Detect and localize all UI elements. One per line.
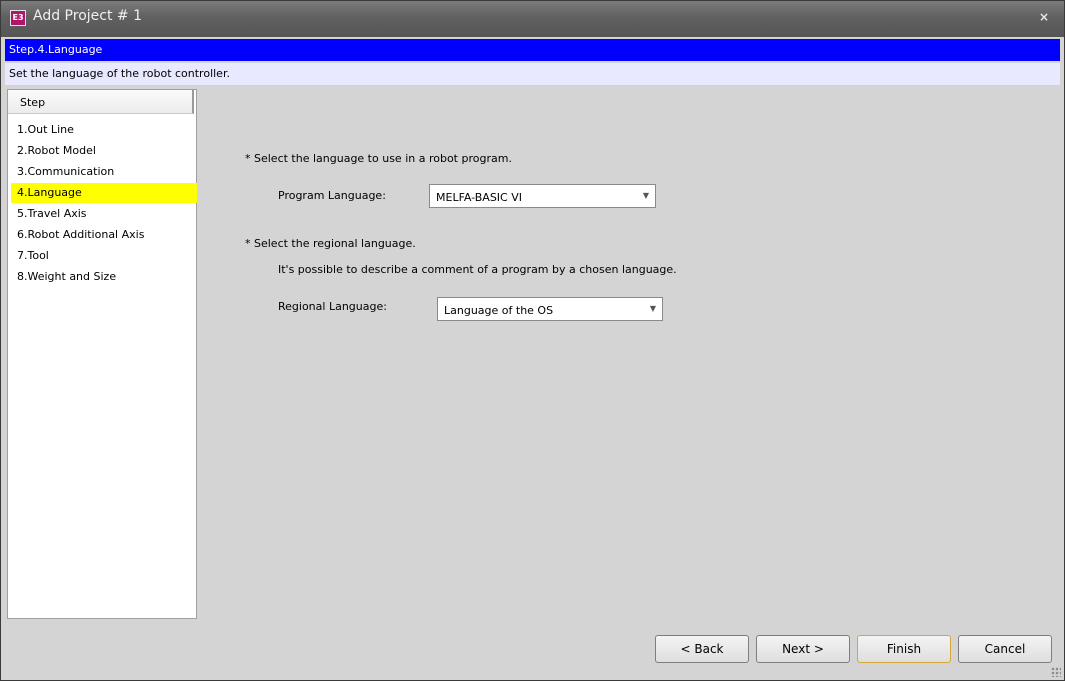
step-description: Set the language of the robot controller… bbox=[5, 63, 1060, 85]
step-item-travel-axis[interactable]: 5.Travel Axis bbox=[11, 204, 197, 224]
step-item-robot-model[interactable]: 2.Robot Model bbox=[11, 141, 197, 161]
program-language-hint: * Select the language to use in a robot … bbox=[245, 152, 512, 165]
chevron-down-icon: ▼ bbox=[642, 191, 649, 200]
step-item-robot-additional-axis[interactable]: 6.Robot Additional Axis bbox=[11, 225, 197, 245]
step-item-communication[interactable]: 3.Communication bbox=[11, 162, 197, 182]
regional-language-hint: * Select the regional language. bbox=[245, 237, 416, 250]
step-item-outline[interactable]: 1.Out Line bbox=[11, 120, 197, 140]
add-project-dialog: E3 Add Project # 1 × Step.4.Language Set… bbox=[0, 0, 1065, 681]
chevron-down-icon: ▼ bbox=[649, 304, 656, 313]
step-list: Step 1.Out Line 2.Robot Model 3.Communic… bbox=[7, 89, 197, 619]
title-bar[interactable]: E3 Add Project # 1 × bbox=[1, 1, 1064, 37]
window-title: Add Project # 1 bbox=[33, 8, 142, 24]
regional-language-value: Language of the OS bbox=[444, 304, 554, 317]
regional-language-select[interactable]: Language of the OS ▼ bbox=[437, 297, 663, 321]
next-button[interactable]: Next > bbox=[756, 635, 850, 663]
app-icon: E3 bbox=[10, 10, 26, 26]
cancel-button[interactable]: Cancel bbox=[958, 635, 1052, 663]
program-language-value: MELFA-BASIC VI bbox=[436, 191, 522, 204]
finish-button[interactable]: Finish bbox=[857, 635, 951, 663]
regional-language-label: Regional Language: bbox=[278, 300, 387, 313]
close-icon[interactable]: × bbox=[1033, 9, 1055, 25]
program-language-label: Program Language: bbox=[278, 189, 386, 202]
step-item-tool[interactable]: 7.Tool bbox=[11, 246, 197, 266]
back-button[interactable]: < Back bbox=[655, 635, 749, 663]
step-item-weight-and-size[interactable]: 8.Weight and Size bbox=[11, 267, 197, 287]
regional-language-note: It's possible to describe a comment of a… bbox=[278, 263, 677, 276]
language-settings-panel: * Select the language to use in a robot … bbox=[201, 89, 1060, 619]
resize-grip-icon[interactable] bbox=[1051, 667, 1061, 677]
step-title-banner: Step.4.Language bbox=[5, 39, 1060, 61]
step-item-language[interactable]: 4.Language bbox=[11, 183, 197, 203]
step-list-header[interactable]: Step bbox=[8, 90, 194, 114]
program-language-select[interactable]: MELFA-BASIC VI ▼ bbox=[429, 184, 656, 208]
